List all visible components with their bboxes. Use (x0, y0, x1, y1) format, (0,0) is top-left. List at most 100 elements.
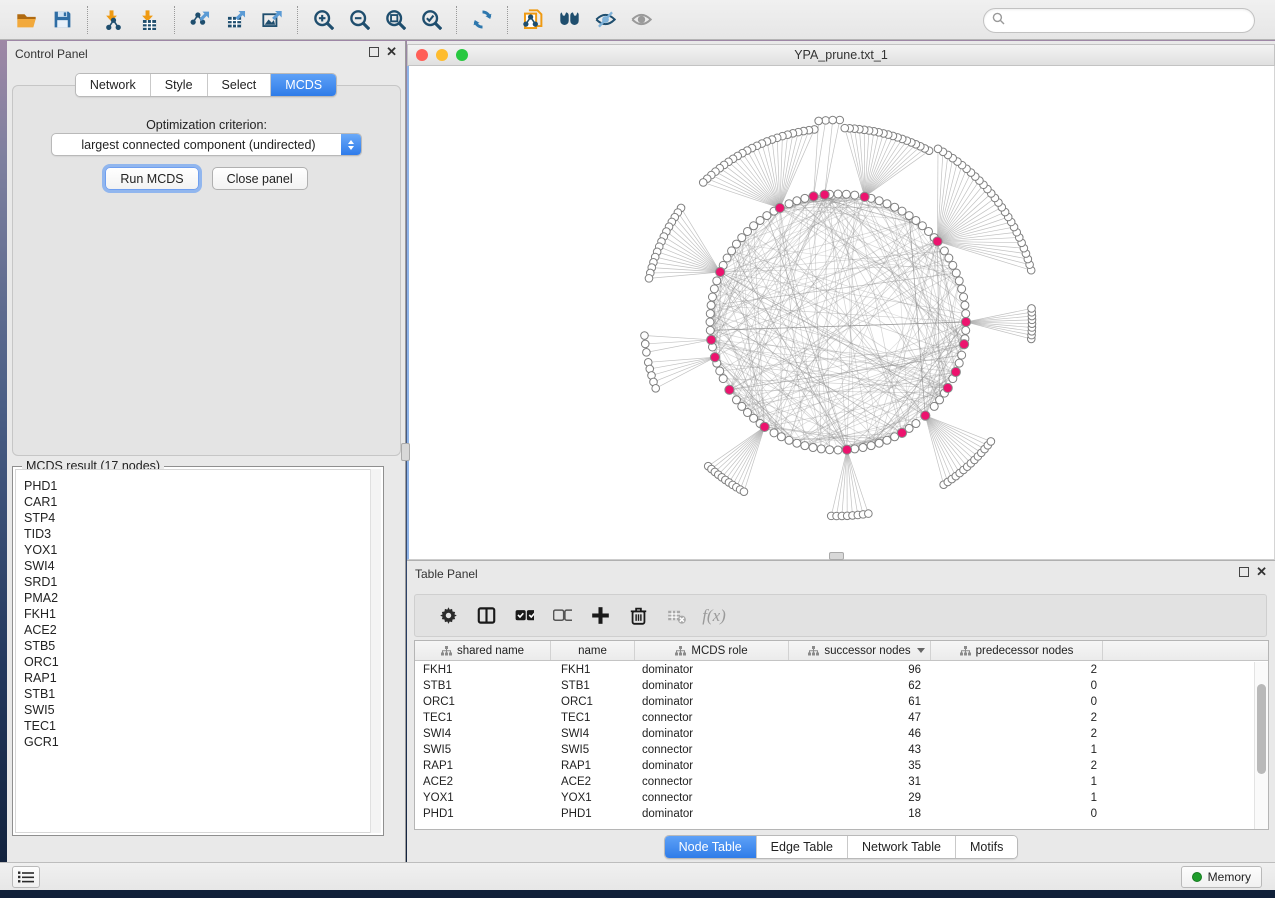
refresh-layout-button[interactable] (464, 4, 500, 36)
table-row[interactable]: FKH1FKH1dominator962 (415, 662, 1254, 678)
export-table-button[interactable] (218, 4, 254, 36)
float-panel-icon[interactable] (369, 47, 379, 57)
mcds-result-item[interactable]: ACE2 (24, 622, 380, 638)
close-panel-icon[interactable]: ✕ (386, 47, 397, 57)
mcds-result-item[interactable]: FKH1 (24, 606, 380, 622)
import-table-button[interactable] (131, 4, 167, 36)
column-header-MCDS-role[interactable]: MCDS role (635, 641, 789, 660)
column-header-successor-nodes[interactable]: successor nodes (789, 641, 931, 660)
import-table-icon (139, 9, 160, 30)
zoom-fit-button[interactable] (377, 4, 413, 36)
cell: 31 (789, 776, 931, 788)
mcds-result-item[interactable]: STB1 (24, 686, 380, 702)
search-input[interactable] (1010, 14, 1246, 28)
tab-network[interactable]: Network (76, 74, 151, 96)
search-box[interactable] (983, 8, 1255, 33)
search-network-icon (559, 9, 580, 30)
mcds-result-item[interactable]: GCR1 (24, 734, 380, 750)
export-network-button[interactable] (182, 4, 218, 36)
table-row[interactable]: STB1STB1dominator620 (415, 678, 1254, 694)
clone-network-icon (523, 9, 544, 30)
clone-network-button[interactable] (515, 4, 551, 36)
show-all-button[interactable] (623, 4, 659, 36)
table-row[interactable]: RAP1RAP1dominator352 (415, 758, 1254, 774)
vertical-splitter-handle[interactable] (401, 443, 410, 461)
save-session-button[interactable] (44, 4, 80, 36)
tab-mcds[interactable]: MCDS (271, 74, 336, 96)
mcds-result-item[interactable]: STP4 (24, 510, 380, 526)
cell: 0 (931, 808, 1103, 820)
mcds-result-item[interactable]: PHD1 (24, 478, 380, 494)
table-row[interactable]: SWI4SWI4dominator462 (415, 726, 1254, 742)
gear-button[interactable] (429, 599, 467, 633)
column-type-icon (441, 646, 452, 656)
network-graph[interactable] (409, 66, 1275, 558)
run-mcds-button[interactable]: Run MCDS (105, 167, 198, 190)
deselect-all-button[interactable] (543, 599, 581, 633)
cell: 2 (931, 728, 1103, 740)
toolbar-separator (297, 6, 298, 34)
import-network-icon (103, 9, 124, 30)
dropdown-stepper-icon (341, 134, 361, 155)
zoom-selected-button[interactable] (413, 4, 449, 36)
mcds-result-item[interactable]: SRD1 (24, 574, 380, 590)
network-window-titlebar[interactable]: YPA_prune.txt_1 (407, 44, 1275, 66)
tab-network-table[interactable]: Network Table (848, 836, 956, 858)
tab-select[interactable]: Select (208, 74, 272, 96)
delete-button[interactable] (619, 599, 657, 633)
table-scrollbar[interactable] (1254, 662, 1268, 829)
network-view-canvas[interactable] (407, 66, 1275, 560)
mcds-result-item[interactable]: CAR1 (24, 494, 380, 510)
column-header-name[interactable]: name (551, 641, 635, 660)
table-row[interactable]: TEC1TEC1connector472 (415, 710, 1254, 726)
mcds-result-list[interactable]: PHD1CAR1STP4TID3YOX1SWI4SRD1PMA2FKH1ACE2… (15, 469, 381, 833)
column-header-shared-name[interactable]: shared name (415, 641, 551, 660)
cell: 62 (789, 680, 931, 692)
mcds-result-item[interactable]: SWI5 (24, 702, 380, 718)
mcds-result-item[interactable]: PMA2 (24, 590, 380, 606)
column-header-predecessor-nodes[interactable]: predecessor nodes (931, 641, 1103, 660)
tab-motifs[interactable]: Motifs (956, 836, 1017, 858)
columns-button[interactable] (467, 599, 505, 633)
mcds-list-scrollbar[interactable] (370, 469, 381, 833)
hide-selected-button[interactable] (587, 4, 623, 36)
search-network-button[interactable] (551, 4, 587, 36)
control-panel-tabs: NetworkStyleSelectMCDS (75, 73, 337, 97)
tab-node-table[interactable]: Node Table (665, 836, 757, 858)
add-column-button[interactable] (581, 599, 619, 633)
mcds-result-item[interactable]: YOX1 (24, 542, 380, 558)
table-row[interactable]: ACE2ACE2connector311 (415, 774, 1254, 790)
mcds-result-item[interactable]: SWI4 (24, 558, 380, 574)
mcds-result-item[interactable]: TEC1 (24, 718, 380, 734)
export-image-button[interactable] (254, 4, 290, 36)
tab-style[interactable]: Style (151, 74, 208, 96)
task-history-button[interactable] (12, 866, 40, 888)
import-network-button[interactable] (95, 4, 131, 36)
memory-button[interactable]: Memory (1181, 866, 1262, 888)
cell: connector (635, 712, 789, 724)
table-row[interactable]: YOX1YOX1connector291 (415, 790, 1254, 806)
mcds-result-item[interactable]: ORC1 (24, 654, 380, 670)
mcds-result-item[interactable]: TID3 (24, 526, 380, 542)
cell: connector (635, 776, 789, 788)
tab-edge-table[interactable]: Edge Table (757, 836, 848, 858)
float-table-panel-icon[interactable] (1239, 567, 1249, 577)
mcds-result-item[interactable]: STB5 (24, 638, 380, 654)
zoom-in-button[interactable] (305, 4, 341, 36)
table-scrollbar-thumb[interactable] (1257, 684, 1266, 774)
close-table-panel-icon[interactable]: ✕ (1256, 567, 1267, 577)
select-all-button[interactable] (505, 599, 543, 633)
table-row[interactable]: PHD1PHD1dominator180 (415, 806, 1254, 822)
cell: 61 (789, 696, 931, 708)
list-icon (18, 871, 34, 883)
column-label: successor nodes (824, 645, 910, 657)
horizontal-splitter-handle[interactable] (829, 552, 844, 560)
mcds-result-item[interactable]: RAP1 (24, 670, 380, 686)
zoom-out-button[interactable] (341, 4, 377, 36)
open-file-button[interactable] (8, 4, 44, 36)
table-row[interactable]: SWI5SWI5connector431 (415, 742, 1254, 758)
cell: 96 (789, 664, 931, 676)
table-row[interactable]: ORC1ORC1dominator610 (415, 694, 1254, 710)
close-panel-button[interactable]: Close panel (212, 167, 308, 190)
optimization-criterion-dropdown[interactable]: largest connected component (undirected) (51, 133, 362, 156)
